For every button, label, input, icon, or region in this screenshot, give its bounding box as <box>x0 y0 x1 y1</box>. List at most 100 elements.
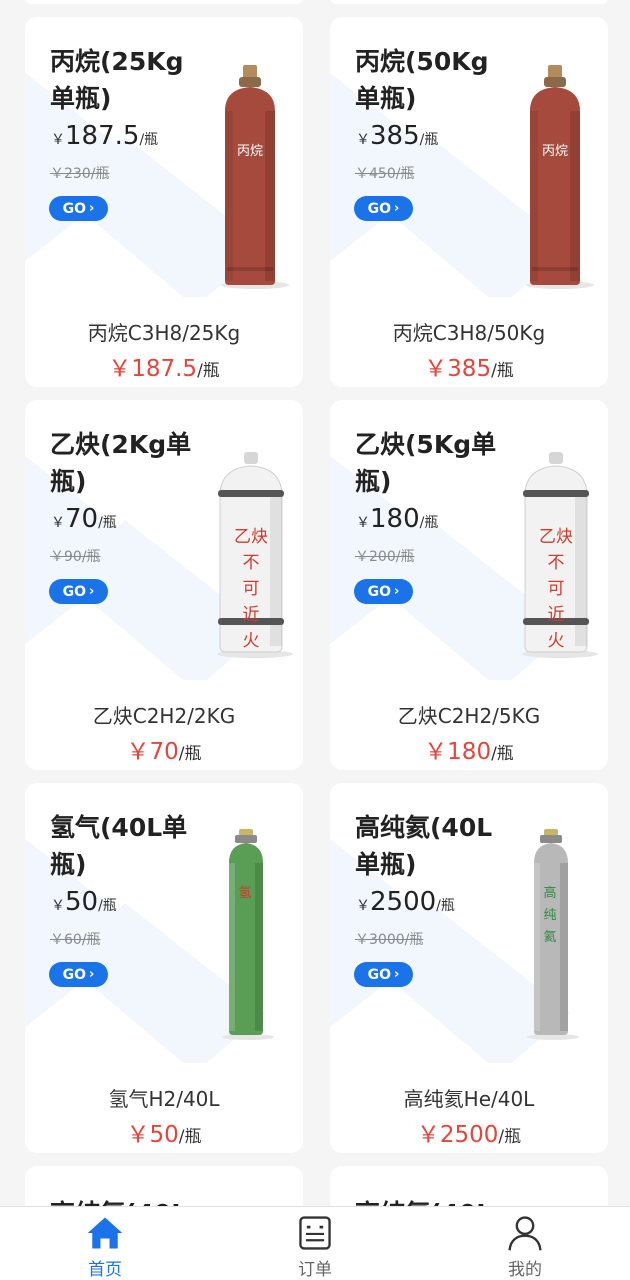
price-amount: ￥70 <box>126 739 179 765</box>
product-name: 丙烷C3H8/50Kg <box>392 321 546 345</box>
gas-cylinder-icon: 高纯氦 <box>527 829 579 1040</box>
user-icon <box>508 1216 542 1251</box>
svg-text:氦: 氦 <box>543 930 556 945</box>
product-price: ￥2500/瓶 <box>330 1115 608 1149</box>
product-title: 氢气(40L单瓶) <box>50 813 188 879</box>
product-name: 氢气H2/40L <box>108 1087 220 1111</box>
svg-text:可: 可 <box>548 579 565 599</box>
go-button-label: GO <box>367 966 392 983</box>
banner-price: ￥70/瓶 <box>51 504 117 534</box>
go-button-label: GO <box>62 583 87 600</box>
product-price: ￥70/瓶 <box>25 732 303 766</box>
product-title: 乙炔(2Kg单瓶) <box>50 430 192 496</box>
currency-symbol: ￥ <box>356 898 370 914</box>
product-banner[interactable]: 丙烷(50Kg单瓶) ￥385/瓶 ￥450/瓶 GO › 丙烷 <box>330 17 608 297</box>
currency-symbol: ￥ <box>356 515 370 531</box>
go-button[interactable]: GO › <box>49 579 108 604</box>
product-grid[interactable]: 丙烷(25Kg单瓶) ￥187.5/瓶 ￥230/瓶 GO › 丙烷 丙烷C3H… <box>0 0 630 1206</box>
product-card[interactable]: 乙炔(2Kg单瓶) ￥70/瓶 ￥90/瓶 GO › 乙炔不可近火 乙炔C2H2… <box>25 400 303 770</box>
product-banner[interactable]: 丙烷(25Kg单瓶) ￥187.5/瓶 ￥230/瓶 GO › 丙烷 <box>25 17 303 297</box>
svg-text:可: 可 <box>243 579 260 599</box>
product-name: 乙炔C2H2/2KG <box>92 704 236 728</box>
price-amount: ￥180 <box>424 739 492 765</box>
acetylene-cylinder-icon: 乙炔不可近火 <box>522 452 598 658</box>
tab-mine-label: 我的 <box>508 1260 542 1280</box>
home-icon <box>87 1217 123 1249</box>
product-card[interactable]: 氢气(40L单瓶) ￥50/瓶 ￥60/瓶 GO › 氢 氢气H2/40L ￥5… <box>25 783 303 1153</box>
svg-text:火: 火 <box>548 631 565 651</box>
price-value: 2500 <box>370 887 437 917</box>
price-amount: ￥187.5 <box>108 356 198 382</box>
go-button[interactable]: GO › <box>49 196 108 221</box>
currency-symbol: ￥ <box>356 132 370 148</box>
price-unit: /瓶 <box>491 361 514 381</box>
tab-orders-label: 订单 <box>298 1260 332 1280</box>
banner-price: ￥180/瓶 <box>356 504 438 534</box>
go-button-label: GO <box>367 200 392 217</box>
product-price: ￥50/瓶 <box>25 1115 303 1149</box>
original-price: ￥90/瓶 <box>50 549 101 565</box>
product-title: 高纯氧(40L <box>355 1194 492 1206</box>
cylinder-label: 丙烷 <box>542 144 568 159</box>
go-button[interactable]: GO › <box>354 962 413 987</box>
svg-text:纯: 纯 <box>543 908 556 923</box>
product-card[interactable]: 乙炔(5Kg单瓶) ￥180/瓶 ￥200/瓶 GO › 乙炔不可近火 乙炔C2… <box>330 400 608 770</box>
price-unit: /瓶 <box>139 132 159 148</box>
price-unit: /瓶 <box>498 1127 522 1147</box>
product-card-peek[interactable]: 高纯氧(40L <box>25 1166 303 1206</box>
go-button[interactable]: GO › <box>354 579 413 604</box>
svg-text:氢: 氢 <box>238 886 251 901</box>
svg-text:乙炔: 乙炔 <box>234 527 268 547</box>
go-button[interactable]: GO › <box>49 962 108 987</box>
product-card-peek[interactable] <box>330 0 608 4</box>
svg-text:近: 近 <box>243 605 260 625</box>
tab-mine[interactable]: 我的 <box>420 1207 630 1280</box>
go-button-label: GO <box>62 966 87 983</box>
price-unit: /瓶 <box>178 1127 202 1147</box>
banner-price: ￥187.5/瓶 <box>51 121 158 151</box>
propane-cylinder-icon: 丙烷 <box>526 65 594 289</box>
price-value: 187.5 <box>65 121 140 151</box>
product-card-peek[interactable] <box>25 0 303 4</box>
product-card[interactable]: 高纯氦(40L单瓶) ￥2500/瓶 ￥3000/瓶 GO › 高纯氦 高纯氦H… <box>330 783 608 1153</box>
original-price: ￥230/瓶 <box>50 166 110 182</box>
product-banner[interactable]: 氢气(40L单瓶) ￥50/瓶 ￥60/瓶 GO › 氢 <box>25 783 303 1063</box>
svg-text:不: 不 <box>548 553 565 573</box>
product-price: ￥385/瓶 <box>330 349 608 383</box>
product-banner[interactable]: 乙炔(2Kg单瓶) ￥70/瓶 ￥90/瓶 GO › 乙炔不可近火 <box>25 400 303 680</box>
chevron-right-icon: › <box>89 967 95 982</box>
price-value: 50 <box>65 887 99 917</box>
svg-text:不: 不 <box>243 553 260 573</box>
price-value: 70 <box>65 504 99 534</box>
price-unit: /瓶 <box>491 744 514 764</box>
banner-price: ￥385/瓶 <box>356 121 438 151</box>
product-banner[interactable]: 乙炔(5Kg单瓶) ￥180/瓶 ￥200/瓶 GO › 乙炔不可近火 <box>330 400 608 680</box>
tab-home-label: 首页 <box>88 1260 122 1280</box>
chevron-right-icon: › <box>394 967 400 982</box>
order-list-icon <box>299 1216 331 1250</box>
tab-home[interactable]: 首页 <box>0 1207 210 1280</box>
price-amount: ￥385 <box>424 356 492 382</box>
product-card[interactable]: 丙烷(25Kg单瓶) ￥187.5/瓶 ￥230/瓶 GO › 丙烷 丙烷C3H… <box>25 17 303 387</box>
product-title: 乙炔(5Kg单瓶) <box>355 430 497 496</box>
bottom-tab-bar: 首页 订单 我的 <box>0 1206 630 1280</box>
product-card-peek[interactable]: 高纯氧(40L <box>330 1166 608 1206</box>
banner-price: ￥50/瓶 <box>51 887 117 917</box>
product-banner[interactable]: 高纯氦(40L单瓶) ￥2500/瓶 ￥3000/瓶 GO › 高纯氦 <box>330 783 608 1063</box>
product-price: ￥180/瓶 <box>330 732 608 766</box>
original-price: ￥200/瓶 <box>355 549 415 565</box>
go-button[interactable]: GO › <box>354 196 413 221</box>
cylinder-label: 丙烷 <box>237 144 263 159</box>
product-card[interactable]: 丙烷(50Kg单瓶) ￥385/瓶 ￥450/瓶 GO › 丙烷 丙烷C3H8/… <box>330 17 608 387</box>
currency-symbol: ￥ <box>51 515 65 531</box>
price-amount: ￥2500 <box>416 1122 499 1148</box>
tab-orders[interactable]: 订单 <box>210 1207 420 1280</box>
product-title: 高纯氦(40L单瓶) <box>355 813 493 879</box>
currency-symbol: ￥ <box>51 898 65 914</box>
product-name: 丙烷C3H8/25Kg <box>87 321 241 345</box>
go-button-label: GO <box>367 583 392 600</box>
price-unit: /瓶 <box>178 744 202 764</box>
gas-cylinder-icon: 氢 <box>222 829 274 1040</box>
price-unit: /瓶 <box>98 515 117 531</box>
price-value: 385 <box>370 121 420 151</box>
